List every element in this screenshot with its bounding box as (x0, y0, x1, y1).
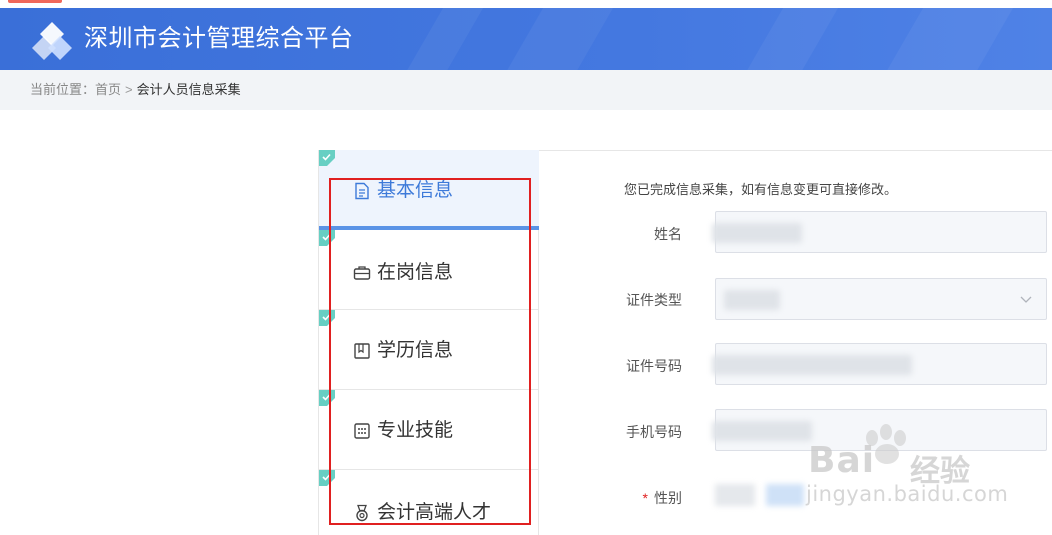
site-title: 深圳市会计管理综合平台 (84, 25, 354, 52)
step-label: 学历信息 (377, 340, 454, 361)
id-number-label: 证件号码 (626, 358, 682, 374)
required-marker: * (642, 490, 648, 506)
book-icon (354, 343, 370, 359)
completed-check-icon (319, 470, 335, 486)
briefcase-icon (353, 266, 371, 280)
medal-icon (356, 504, 368, 522)
redacted-value (712, 421, 812, 441)
site-logo-icon[interactable] (30, 20, 78, 62)
chevron-down-icon (1020, 296, 1032, 303)
step-label: 专业技能 (377, 420, 454, 441)
id-number-field[interactable] (712, 343, 1047, 385)
phone-field[interactable] (712, 409, 1047, 451)
completed-check-icon (319, 150, 335, 166)
phone-label: 手机号码 (626, 424, 682, 440)
header-decoration (725, 8, 850, 70)
watermark-url: jingyan.baidu.com (806, 482, 1009, 506)
site-header: 深圳市会计管理综合平台 (0, 8, 1052, 70)
top-tab-marker (8, 0, 62, 3)
completed-check-icon (319, 230, 335, 246)
redacted-value (712, 223, 802, 243)
gender-label-text: 性别 (654, 490, 682, 506)
completed-check-icon (319, 390, 335, 406)
gender-option-redacted[interactable] (715, 484, 755, 506)
step-job-info[interactable]: 在岗信息 (319, 230, 539, 310)
breadcrumb: 当前位置：首页 > 会计人员信息采集 (0, 70, 1052, 110)
name-label: 姓名 (654, 226, 682, 242)
watermark-brand: Bai (808, 440, 876, 481)
completed-check-icon (319, 310, 335, 326)
redacted-value (712, 355, 912, 375)
step-navigation: 基本信息 在岗信息 学历信息 专业技能 会计高端人才 (318, 150, 539, 535)
id-type-label: 证件类型 (626, 292, 682, 308)
content-top-border (539, 150, 1052, 151)
breadcrumb-separator: > (125, 82, 133, 97)
breadcrumb-prefix: 当前位置： (30, 82, 96, 97)
id-type-select[interactable] (715, 278, 1047, 320)
calculator-icon (354, 423, 370, 439)
redacted-value (724, 290, 780, 310)
document-icon (355, 182, 369, 200)
top-strip (0, 0, 1052, 8)
completion-notice: 您已完成信息采集，如有信息变更可直接修改。 (624, 182, 898, 197)
step-skills[interactable]: 专业技能 (319, 390, 539, 470)
step-senior-talent[interactable]: 会计高端人才 (319, 470, 539, 535)
step-label: 在岗信息 (377, 262, 454, 283)
step-basic-info[interactable]: 基本信息 (319, 150, 539, 230)
header-decoration (865, 8, 1025, 70)
name-field[interactable] (712, 211, 1047, 253)
header-decoration (385, 8, 495, 70)
breadcrumb-current: 会计人员信息采集 (136, 82, 241, 97)
step-label: 会计高端人才 (377, 502, 492, 523)
gender-label: * 性别 (622, 488, 682, 508)
breadcrumb-home-link[interactable]: 首页 (95, 82, 121, 97)
step-label: 基本信息 (377, 180, 454, 201)
header-decoration (485, 8, 625, 70)
step-education-info[interactable]: 学历信息 (319, 310, 539, 390)
gender-option-redacted[interactable] (766, 484, 804, 506)
